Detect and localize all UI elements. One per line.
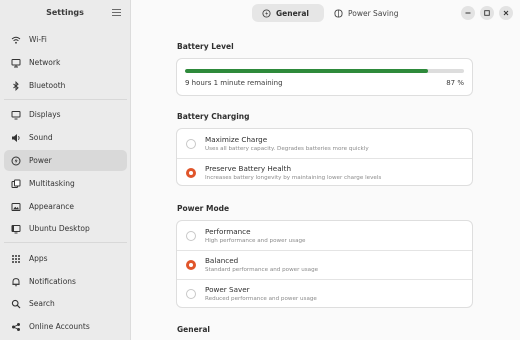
sidebar-item-label: Power: [29, 156, 52, 165]
sidebar-item-label: Ubuntu Desktop: [29, 224, 90, 233]
sidebar-header: Settings: [0, 0, 130, 26]
power-mode-card: Performance High performance and power u…: [176, 220, 473, 308]
sidebar-item-search[interactable]: Search: [4, 293, 127, 314]
sidebar-item-power[interactable]: Power: [4, 150, 127, 171]
sidebar: Settings Wi-Fi Network Bluetooth Display…: [0, 0, 131, 340]
maximize-icon: [484, 10, 490, 16]
general-icon: [262, 8, 271, 18]
sidebar-item-notifications[interactable]: Notifications: [4, 271, 127, 292]
option-title: Preserve Battery Health: [205, 164, 291, 173]
sidebar-item-label: Displays: [29, 110, 61, 119]
option-title: Performance: [205, 227, 251, 236]
option-performance[interactable]: Performance High performance and power u…: [177, 221, 472, 250]
sidebar-item-label: Apps: [29, 254, 48, 263]
bluetooth-icon: [10, 80, 22, 92]
main-content: Battery Level 9 hours 1 minute remaining…: [132, 26, 520, 340]
option-power-saver[interactable]: Power Saver Reduced performance and powe…: [177, 279, 472, 308]
tab-label: Power Saving: [348, 8, 399, 18]
maximize-charge-radio[interactable]: [186, 139, 196, 149]
battery-charging-heading: Battery Charging: [177, 112, 250, 121]
option-subtitle: Uses all battery capacity. Degrades batt…: [205, 146, 369, 152]
display-icon: [10, 109, 22, 121]
power-mode-heading: Power Mode: [177, 204, 230, 213]
sidebar-item-label: Search: [29, 299, 55, 308]
power-saver-radio[interactable]: [186, 289, 196, 299]
sidebar-item-multitasking[interactable]: Multitasking: [4, 173, 127, 194]
option-maximize-charge[interactable]: Maximize Charge Uses all battery capacit…: [177, 129, 472, 158]
power-icon: [10, 155, 22, 167]
option-subtitle: Reduced performance and power usage: [205, 296, 317, 302]
speaker-icon: [10, 132, 22, 144]
sidebar-item-label: Multitasking: [29, 179, 75, 188]
sidebar-item-appearance[interactable]: Appearance: [4, 196, 127, 217]
tab-label: General: [276, 8, 309, 18]
network-icon: [10, 57, 22, 69]
sidebar-item-label: Online Accounts: [29, 322, 90, 331]
option-title: Power Saver: [205, 285, 250, 294]
sidebar-separator: [4, 242, 127, 243]
sidebar-item-label: Appearance: [29, 202, 75, 211]
tab-power-saving[interactable]: Power Saving: [324, 4, 408, 22]
maximize-button[interactable]: [480, 6, 494, 20]
minimize-icon: [465, 12, 471, 14]
battery-remaining-text: 9 hours 1 minute remaining: [185, 79, 283, 87]
sidebar-item-label: Network: [29, 58, 61, 67]
sidebar-item-label: Wi-Fi: [29, 35, 47, 44]
online-accounts-icon: [10, 321, 22, 333]
battery-level-bar: [185, 69, 464, 73]
sidebar-item-bluetooth[interactable]: Bluetooth: [4, 75, 127, 96]
multitasking-icon: [10, 178, 22, 190]
battery-charging-card: Maximize Charge Uses all battery capacit…: [176, 128, 473, 186]
apps-icon: [10, 253, 22, 265]
performance-radio[interactable]: [186, 231, 196, 241]
appearance-icon: [10, 201, 22, 213]
sidebar-item-sound[interactable]: Sound: [4, 127, 127, 148]
hamburger-menu-icon[interactable]: [112, 7, 121, 16]
option-preserve-battery-health[interactable]: Preserve Battery Health Increases batter…: [177, 158, 472, 187]
close-button[interactable]: [499, 6, 513, 20]
option-subtitle: Increases battery longevity by maintaini…: [205, 175, 382, 181]
close-icon: [503, 10, 509, 16]
sidebar-item-apps[interactable]: Apps: [4, 248, 127, 269]
general-heading: General: [177, 325, 210, 334]
sidebar-item-label: Notifications: [29, 277, 76, 286]
ubuntu-desktop-icon: [10, 223, 22, 235]
preserve-battery-health-radio[interactable]: [186, 168, 196, 178]
minimize-button[interactable]: [461, 6, 475, 20]
option-subtitle: Standard performance and power usage: [205, 267, 319, 273]
wifi-icon: [10, 34, 22, 46]
battery-percent: 87 %: [446, 79, 464, 87]
sidebar-title: Settings: [46, 8, 84, 17]
bell-icon: [10, 276, 22, 288]
sidebar-item-online-accounts[interactable]: Online Accounts: [4, 316, 127, 337]
search-icon: [10, 298, 22, 310]
sidebar-item-label: Bluetooth: [29, 81, 66, 90]
sidebar-item-wifi[interactable]: Wi-Fi: [4, 29, 127, 50]
header-bar: General Power Saving: [132, 0, 520, 26]
option-title: Balanced: [205, 256, 239, 265]
option-subtitle: High performance and power usage: [205, 238, 306, 244]
sidebar-item-network[interactable]: Network: [4, 52, 127, 73]
tab-general[interactable]: General: [252, 4, 324, 22]
option-balanced[interactable]: Balanced Standard performance and power …: [177, 250, 472, 279]
power-saving-icon: [334, 8, 343, 18]
sidebar-item-label: Sound: [29, 133, 53, 142]
sidebar-separator: [4, 99, 127, 100]
battery-level-heading: Battery Level: [177, 42, 234, 51]
balanced-radio[interactable]: [186, 260, 196, 270]
sidebar-item-ubuntu-desktop[interactable]: Ubuntu Desktop: [4, 218, 127, 239]
battery-level-card: 9 hours 1 minute remaining 87 %: [176, 58, 473, 96]
option-title: Maximize Charge: [205, 135, 268, 144]
battery-level-fill: [185, 69, 428, 73]
sidebar-item-displays[interactable]: Displays: [4, 104, 127, 125]
